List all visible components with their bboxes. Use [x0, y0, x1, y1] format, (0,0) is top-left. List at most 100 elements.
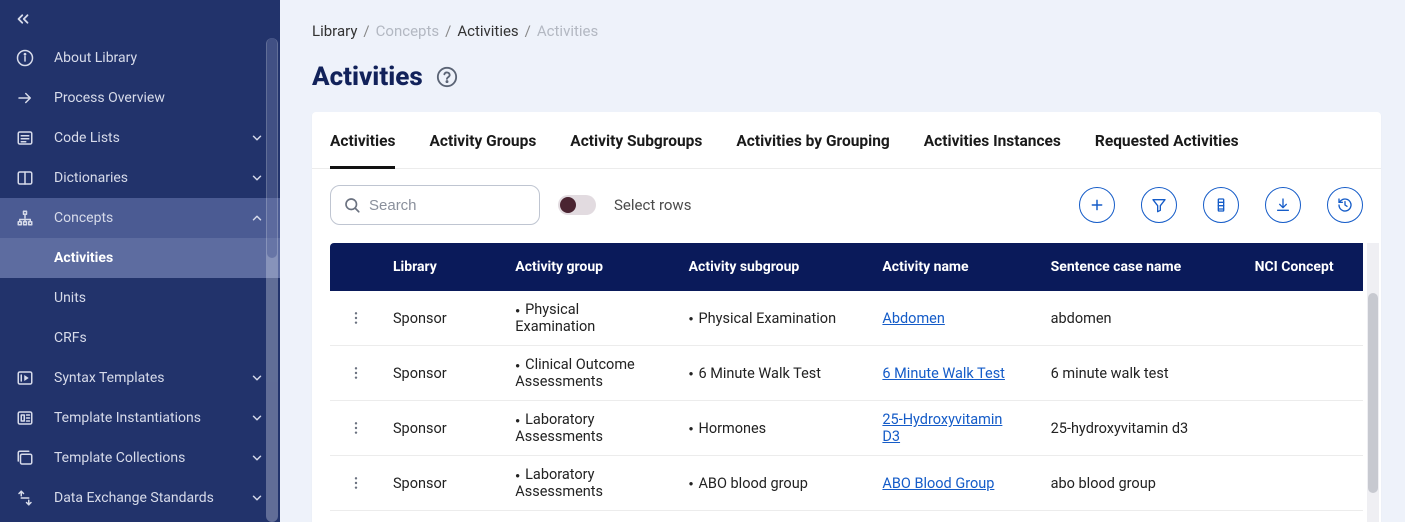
sidebar-item-label: Process Overview: [54, 90, 266, 106]
search-input[interactable]: [369, 197, 527, 214]
cell-sentence-case: 25-hydroxyvitamin d3: [1037, 401, 1241, 456]
sidebar-subitem-crfs[interactable]: CRFs: [0, 318, 280, 358]
table-row: SponsorLaboratory AssessmentsHormones 25-…: [330, 401, 1363, 456]
select-rows-toggle[interactable]: [558, 195, 596, 215]
chevron-down-icon: [248, 131, 266, 145]
activity-link[interactable]: 6 Minute Walk Test: [882, 365, 1005, 382]
row-menu-button[interactable]: [344, 361, 368, 385]
sidebar-item-template-collections[interactable]: Template Collections: [0, 438, 280, 478]
cell-activity-group: Laboratory Assessments: [501, 456, 674, 511]
cell-activity-name: Abdomen: [868, 291, 1036, 346]
tab-activity-subgroups[interactable]: Activity Subgroups: [570, 112, 702, 168]
search-input-wrap[interactable]: [330, 185, 540, 225]
sidebar-item-dictionaries[interactable]: Dictionaries: [0, 158, 280, 198]
cell-activity-name: 6 Minute Walk Test: [868, 346, 1036, 401]
instance-icon: [14, 407, 36, 429]
tabs: Activities Activity Groups Activity Subgro…: [312, 112, 1381, 169]
columns-button[interactable]: [1203, 187, 1239, 223]
column-header[interactable]: Library: [379, 243, 501, 291]
arrow-right-icon: [14, 87, 36, 109]
cell-activity-group: Physical Examination: [501, 291, 674, 346]
sidebar-item-concepts[interactable]: Concepts: [0, 198, 280, 238]
sidebar-item-process-overview[interactable]: Process Overview: [0, 78, 280, 118]
table-scrollbar[interactable]: [1367, 243, 1379, 522]
tab-activities-instances[interactable]: Activities Instances: [924, 112, 1061, 168]
exchange-icon: [14, 487, 36, 509]
filter-button[interactable]: [1141, 187, 1177, 223]
collection-icon: [14, 447, 36, 469]
breadcrumb-separator: /: [363, 22, 369, 40]
download-button[interactable]: [1265, 187, 1301, 223]
breadcrumb-separator: /: [445, 22, 451, 40]
chevron-down-icon: [248, 491, 266, 505]
add-button[interactable]: [1079, 187, 1115, 223]
hierarchy-icon: [14, 207, 36, 229]
sidebar-item-label: Concepts: [54, 210, 248, 226]
sidebar-item-code-lists[interactable]: Code Lists: [0, 118, 280, 158]
sidebar: About Library Process Overview Code Lists D…: [0, 0, 280, 522]
cell-library: Sponsor: [379, 401, 501, 456]
cell-activity-name: ABO Blood Group: [868, 456, 1036, 511]
collapse-sidebar-button[interactable]: [0, 0, 280, 38]
sidebar-item-template-instantiations[interactable]: Template Instantiations: [0, 398, 280, 438]
row-menu-button[interactable]: [344, 416, 368, 440]
row-menu-button[interactable]: [344, 471, 368, 495]
page-title: Activities: [312, 62, 423, 92]
sidebar-item-label: Data Exchange Standards: [54, 490, 248, 506]
cell-activity-subgroup: ABO blood group: [675, 456, 869, 511]
tab-activities[interactable]: Activities: [330, 112, 395, 168]
cell-activity-group: Laboratory Assessments: [501, 401, 674, 456]
tab-activity-groups[interactable]: Activity Groups: [429, 112, 536, 168]
content-card: Activities Activity Groups Activity Subgro…: [312, 112, 1381, 522]
chevron-down-icon: [248, 171, 266, 185]
cell-activity-subgroup: Hormones: [675, 401, 869, 456]
sidebar-item-syntax-templates[interactable]: Syntax Templates: [0, 358, 280, 398]
sidebar-item-data-exchange-standards[interactable]: Data Exchange Standards: [0, 478, 280, 518]
column-header[interactable]: Activity name: [868, 243, 1036, 291]
cell-library: Sponsor: [379, 291, 501, 346]
table-wrap: LibraryActivity groupActivity subgroupAc…: [312, 243, 1381, 522]
tab-activities-by-grouping[interactable]: Activities by Grouping: [736, 112, 889, 168]
cell-library: Sponsor: [379, 346, 501, 401]
sidebar-subitem-activities[interactable]: Activities: [0, 238, 280, 278]
info-icon: [14, 47, 36, 69]
main: Library/Concepts/Activities/Activities A…: [280, 0, 1405, 522]
sidebar-item-label: Dictionaries: [54, 170, 248, 186]
cell-sentence-case: 6 minute walk test: [1037, 346, 1241, 401]
column-header[interactable]: [330, 243, 379, 291]
cell-activity-name: 25-Hydroxyvitamin D3: [868, 401, 1036, 456]
row-menu-button[interactable]: [344, 306, 368, 330]
help-icon[interactable]: [435, 65, 459, 89]
chevron-down-icon: [248, 451, 266, 465]
cell-activity-subgroup: Physical Examination: [675, 291, 869, 346]
column-header[interactable]: Activity subgroup: [675, 243, 869, 291]
select-rows-label: Select rows: [614, 196, 691, 214]
sidebar-nav: About Library Process Overview Code Lists D…: [0, 38, 280, 518]
cell-sentence-case: abo blood group: [1037, 456, 1241, 511]
cell-nci-concept: [1241, 456, 1363, 511]
sidebar-item-label: About Library: [54, 50, 266, 66]
tab-requested-activities[interactable]: Requested Activities: [1095, 112, 1239, 168]
template-icon: [14, 367, 36, 389]
column-header[interactable]: Sentence case name: [1037, 243, 1241, 291]
activity-link[interactable]: 25-Hydroxyvitamin D3: [882, 411, 1002, 445]
sidebar-item-about-library[interactable]: About Library: [0, 38, 280, 78]
history-button[interactable]: [1327, 187, 1363, 223]
breadcrumb-part[interactable]: Activities: [457, 22, 518, 40]
book-icon: [14, 167, 36, 189]
breadcrumb-part[interactable]: Library: [312, 22, 357, 40]
cell-sentence-case: abdomen: [1037, 291, 1241, 346]
column-header[interactable]: NCI Concept: [1241, 243, 1363, 291]
sidebar-item-label: Template Instantiations: [54, 410, 248, 426]
sidebar-subitem-units[interactable]: Units: [0, 278, 280, 318]
list-icon: [14, 127, 36, 149]
activity-link[interactable]: ABO Blood Group: [882, 475, 994, 492]
breadcrumb-part: Concepts: [376, 22, 439, 40]
activities-table: LibraryActivity groupActivity subgroupAc…: [330, 243, 1363, 511]
chevron-down-icon: [248, 411, 266, 425]
cell-nci-concept: [1241, 401, 1363, 456]
table-row: SponsorLaboratory AssessmentsABO blood g…: [330, 456, 1363, 511]
activity-link[interactable]: Abdomen: [882, 310, 944, 327]
column-header[interactable]: Activity group: [501, 243, 674, 291]
breadcrumb: Library/Concepts/Activities/Activities: [280, 0, 1405, 40]
